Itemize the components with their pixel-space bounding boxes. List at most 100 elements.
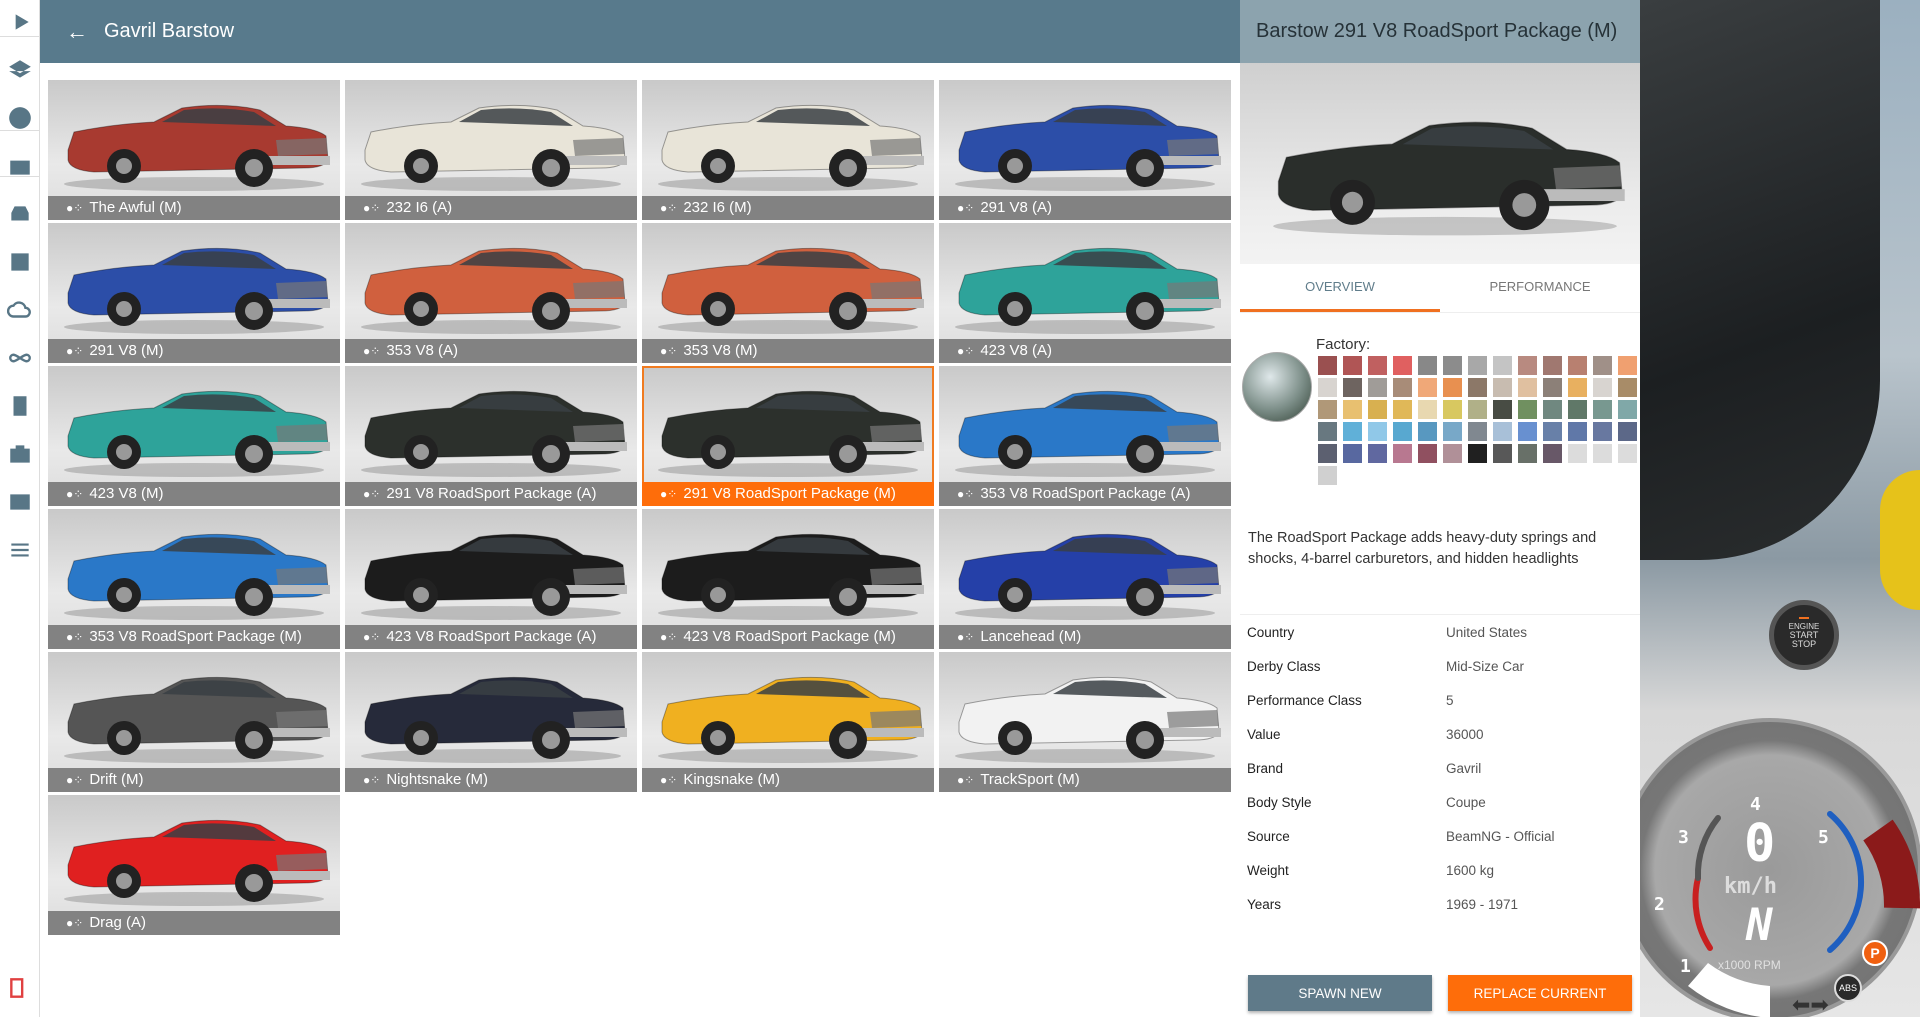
- config-tile[interactable]: ●⁘ 353 V8 (A): [345, 223, 637, 363]
- paint-swatch[interactable]: [1618, 378, 1637, 397]
- paint-swatch[interactable]: [1393, 422, 1412, 441]
- config-tile[interactable]: ●⁘ Drift (M): [48, 652, 340, 792]
- sidebar-item-photo-camera[interactable]: [0, 434, 40, 474]
- sidebar-item-ui-apps[interactable]: [0, 482, 40, 522]
- paint-swatch[interactable]: [1368, 400, 1387, 419]
- paint-swatch[interactable]: [1468, 400, 1487, 419]
- paint-swatch[interactable]: [1493, 356, 1512, 375]
- paint-swatch[interactable]: [1443, 400, 1462, 419]
- sidebar-item-environment-infinity[interactable]: [0, 338, 40, 378]
- config-tile[interactable]: ●⁘ 291 V8 RoadSport Package (M): [642, 366, 934, 506]
- config-tile[interactable]: ●⁘ 291 V8 (A): [939, 80, 1231, 220]
- config-tile[interactable]: ●⁘ 353 V8 (M): [642, 223, 934, 363]
- paint-swatch[interactable]: [1468, 356, 1487, 375]
- paint-swatch[interactable]: [1368, 444, 1387, 463]
- paint-swatch[interactable]: [1318, 356, 1337, 375]
- config-tile[interactable]: ●⁘ 423 V8 (A): [939, 223, 1231, 363]
- paint-swatch[interactable]: [1318, 400, 1337, 419]
- paint-swatch[interactable]: [1368, 378, 1387, 397]
- paint-swatch[interactable]: [1493, 400, 1512, 419]
- paint-swatch[interactable]: [1443, 378, 1462, 397]
- paint-swatch[interactable]: [1593, 422, 1612, 441]
- paint-swatch[interactable]: [1593, 378, 1612, 397]
- paint-swatch[interactable]: [1568, 444, 1587, 463]
- paint-swatch[interactable]: [1368, 422, 1387, 441]
- paint-swatch[interactable]: [1518, 444, 1537, 463]
- paint-swatch[interactable]: [1468, 378, 1487, 397]
- paint-swatch[interactable]: [1418, 422, 1437, 441]
- paint-swatch[interactable]: [1543, 400, 1562, 419]
- config-tile[interactable]: ●⁘ 423 V8 RoadSport Package (M): [642, 509, 934, 649]
- paint-swatch[interactable]: [1468, 444, 1487, 463]
- paint-swatch[interactable]: [1518, 422, 1537, 441]
- config-tile[interactable]: ●⁘ Kingsnake (M): [642, 652, 934, 792]
- spawn-new-button[interactable]: SPAWN NEW: [1248, 975, 1432, 1011]
- config-tile[interactable]: ●⁘ 232 I6 (A): [345, 80, 637, 220]
- tab-performance[interactable]: PERFORMANCE: [1440, 264, 1640, 312]
- paint-swatch[interactable]: [1568, 400, 1587, 419]
- paint-swatch[interactable]: [1318, 378, 1337, 397]
- paint-swatch[interactable]: [1493, 422, 1512, 441]
- paint-swatch[interactable]: [1318, 466, 1337, 485]
- paint-swatch[interactable]: [1393, 400, 1412, 419]
- config-tile[interactable]: ●⁘ 232 I6 (M): [642, 80, 934, 220]
- paint-swatch[interactable]: [1618, 422, 1637, 441]
- paint-swatch[interactable]: [1343, 378, 1362, 397]
- paint-swatch[interactable]: [1418, 378, 1437, 397]
- paint-swatch[interactable]: [1568, 422, 1587, 441]
- paint-swatch[interactable]: [1568, 356, 1587, 375]
- paint-swatch[interactable]: [1443, 422, 1462, 441]
- paint-swatch[interactable]: [1443, 356, 1462, 375]
- config-tile[interactable]: ●⁘ Drag (A): [48, 795, 340, 935]
- paint-swatch[interactable]: [1418, 444, 1437, 463]
- paint-swatch[interactable]: [1318, 422, 1337, 441]
- paint-swatch[interactable]: [1443, 444, 1462, 463]
- paint-swatch[interactable]: [1618, 400, 1637, 419]
- paint-swatch[interactable]: [1318, 444, 1337, 463]
- paint-swatch[interactable]: [1343, 400, 1362, 419]
- config-tile[interactable]: ●⁘ 291 V8 RoadSport Package (A): [345, 366, 637, 506]
- paint-swatch[interactable]: [1393, 378, 1412, 397]
- paint-swatch[interactable]: [1618, 356, 1637, 375]
- paint-swatch[interactable]: [1343, 444, 1362, 463]
- replace-current-button[interactable]: REPLACE CURRENT: [1448, 975, 1632, 1011]
- tab-overview[interactable]: OVERVIEW: [1240, 264, 1440, 312]
- paint-swatch[interactable]: [1393, 444, 1412, 463]
- paint-swatch[interactable]: [1518, 400, 1537, 419]
- config-tile[interactable]: ●⁘ 291 V8 (M): [48, 223, 340, 363]
- sidebar-item-scenarios[interactable]: [0, 146, 40, 186]
- paint-swatch[interactable]: [1543, 356, 1562, 375]
- paint-swatch[interactable]: [1618, 444, 1637, 463]
- config-tile[interactable]: ●⁘ 353 V8 RoadSport Package (A): [939, 366, 1231, 506]
- paint-swatch[interactable]: [1418, 400, 1437, 419]
- paint-swatch[interactable]: [1543, 444, 1562, 463]
- paint-swatch[interactable]: [1343, 356, 1362, 375]
- sidebar-item-help[interactable]: [0, 98, 40, 138]
- paint-swatch[interactable]: [1368, 356, 1387, 375]
- config-tile[interactable]: ●⁘ Lancehead (M): [939, 509, 1231, 649]
- sidebar-item-options-sliders[interactable]: [0, 530, 40, 570]
- config-tile[interactable]: ●⁘ 423 V8 (M): [48, 366, 340, 506]
- paint-swatch[interactable]: [1518, 378, 1537, 397]
- paint-swatch[interactable]: [1593, 400, 1612, 419]
- sidebar-item-layers[interactable]: [0, 50, 40, 90]
- arrow-left-icon[interactable]: ←: [66, 19, 88, 45]
- paint-swatch[interactable]: [1493, 444, 1512, 463]
- paint-swatch[interactable]: [1543, 378, 1562, 397]
- config-tile[interactable]: ●⁘ The Awful (M): [48, 80, 340, 220]
- sidebar-item-cloud[interactable]: [0, 290, 40, 330]
- paint-swatch[interactable]: [1493, 378, 1512, 397]
- paint-swatch[interactable]: [1543, 422, 1562, 441]
- paint-swatch[interactable]: [1593, 444, 1612, 463]
- paint-swatch[interactable]: [1518, 356, 1537, 375]
- sidebar-item-exit[interactable]: [0, 968, 40, 1008]
- paint-swatch[interactable]: [1468, 422, 1487, 441]
- paint-swatch[interactable]: [1343, 422, 1362, 441]
- config-tile[interactable]: ●⁘ 353 V8 RoadSport Package (M): [48, 509, 340, 649]
- config-tile[interactable]: ●⁘ 423 V8 RoadSport Package (A): [345, 509, 637, 649]
- sidebar-item-replay-film[interactable]: [0, 386, 40, 426]
- engine-start-stop-button[interactable]: ENGINE START STOP: [1769, 600, 1839, 670]
- paint-swatch[interactable]: [1593, 356, 1612, 375]
- config-tile[interactable]: ●⁘ Nightsnake (M): [345, 652, 637, 792]
- sidebar-item-vehicles[interactable]: [0, 194, 40, 234]
